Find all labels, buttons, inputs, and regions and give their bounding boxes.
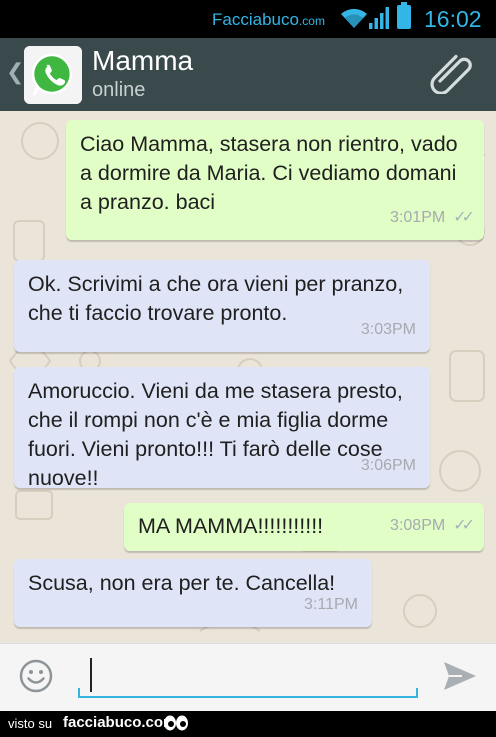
input-edge-left — [78, 688, 80, 698]
watermark-strip: visto su facciabuco.com — [0, 711, 496, 737]
message-meta: 3:01PM ✓✓ — [390, 203, 475, 232]
signal-icon — [369, 7, 389, 29]
message-text: Amoruccio. Vieni da me stasera presto, c… — [28, 379, 403, 490]
battery-icon — [397, 2, 411, 29]
back-chevron-icon[interactable]: ❮ — [6, 60, 24, 85]
message-meta: 3:11PM — [304, 590, 358, 619]
text-cursor — [90, 658, 92, 692]
contact-avatar[interactable] — [24, 46, 82, 104]
message-bubble-incoming[interactable]: Ok. Scrivimi a che ora vieni per pranzo,… — [14, 260, 430, 352]
read-ticks-icon: ✓✓ — [453, 209, 475, 226]
status-clock: 16:02 — [424, 6, 482, 32]
watermark-site: facciabuco.com — [63, 714, 177, 731]
message-bubble-incoming[interactable]: Amoruccio. Vieni da me stasera presto, c… — [14, 367, 430, 490]
message-time: 3:08PM — [390, 517, 446, 534]
carrier-suffix: .com — [298, 14, 325, 28]
contact-name[interactable]: Mamma — [92, 45, 193, 77]
contact-presence: online — [92, 79, 146, 101]
carrier-name: Facciabuco — [212, 10, 299, 29]
send-icon[interactable] — [442, 660, 478, 692]
message-time: 3:03PM — [360, 321, 416, 338]
message-bubble-outgoing[interactable]: MA MAMMA!!!!!!!!!!! 3:08PM ✓✓ — [124, 503, 484, 551]
whatsapp-logo-icon — [24, 46, 82, 104]
paperclip-icon[interactable] — [430, 54, 474, 94]
smiley-icon[interactable] — [18, 658, 54, 694]
message-text: Ok. Scrivimi a che ora vieni per pranzo,… — [28, 272, 404, 325]
composer-bar — [0, 643, 496, 711]
message-meta: 3:08PM ✓✓ — [390, 511, 475, 540]
message-bubble-outgoing[interactable]: Ciao Mamma, stasera non rientro, vado a … — [66, 120, 484, 240]
conversation-header: ❮ Mamma online — [0, 38, 496, 111]
status-bar: Facciabuco.com 16:02 — [0, 0, 496, 38]
message-time: 3:01PM — [390, 209, 446, 226]
eyes-logo-icon — [164, 715, 188, 731]
read-ticks-icon: ✓✓ — [453, 517, 475, 534]
message-list[interactable]: Ciao Mamma, stasera non rientro, vado a … — [0, 111, 496, 643]
carrier-label: Facciabuco.com — [212, 10, 325, 30]
message-bubble-incoming[interactable]: Scusa, non era per te. Cancella! 3:11PM — [14, 559, 372, 627]
wifi-icon — [341, 8, 367, 28]
message-meta: 3:03PM — [361, 315, 416, 344]
message-time: 3:06PM — [360, 457, 416, 474]
input-edge-right — [416, 688, 418, 698]
message-meta: 3:06PM — [361, 451, 416, 480]
message-time: 3:11PM — [304, 596, 358, 613]
watermark-prefix: visto su — [8, 716, 53, 731]
message-input[interactable] — [78, 654, 418, 698]
